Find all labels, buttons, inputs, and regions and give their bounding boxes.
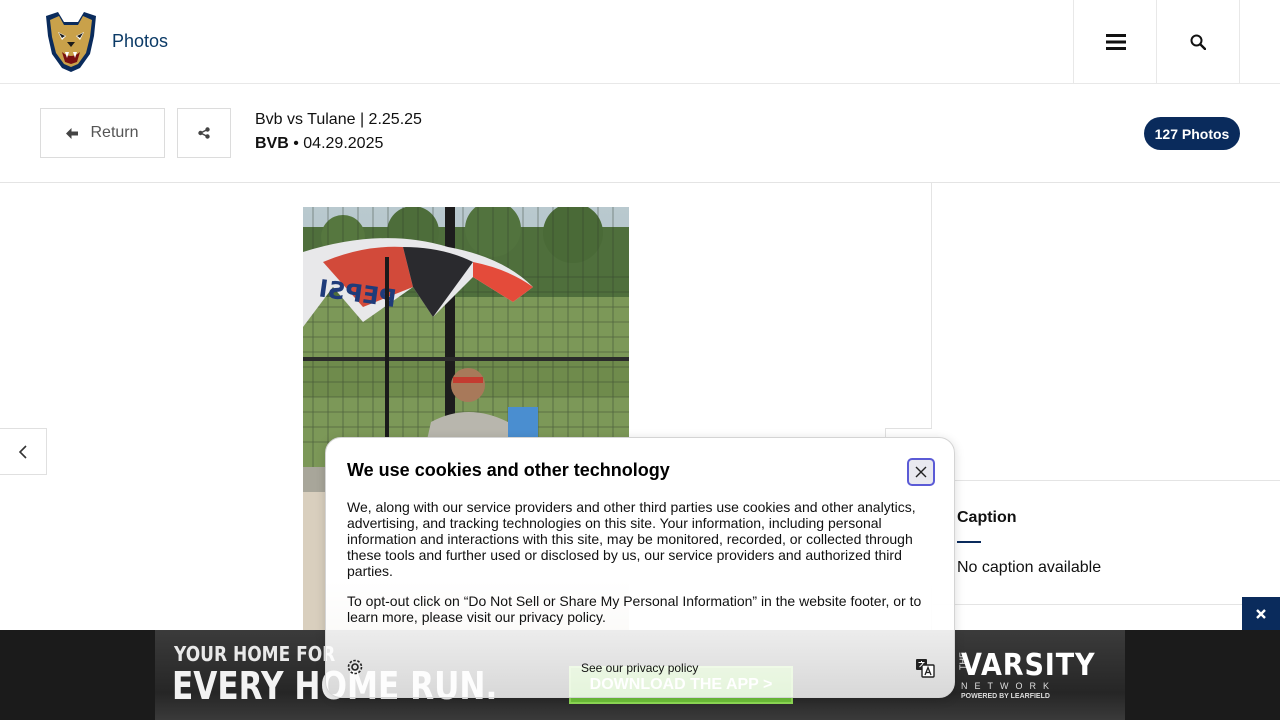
- cookie-close-button[interactable]: [907, 458, 935, 486]
- cookie-description: We, along with our service providers and…: [347, 499, 916, 579]
- share-button[interactable]: [177, 108, 231, 158]
- close-icon: [1256, 608, 1266, 619]
- close-ad-button[interactable]: [1242, 597, 1280, 630]
- cookie-settings-icon[interactable]: [346, 658, 364, 676]
- caption-label: Caption: [957, 509, 1017, 526]
- brand-name: VARSITY: [961, 648, 1096, 683]
- search-icon: [1190, 34, 1206, 50]
- meta-separator: •: [288, 135, 304, 152]
- close-icon: [915, 466, 927, 478]
- share-icon: [198, 127, 210, 139]
- previous-photo-button[interactable]: [0, 428, 47, 475]
- site-title[interactable]: Photos: [112, 31, 168, 52]
- ad-headline-top: YOUR HOME FOR: [174, 642, 336, 666]
- gallery-meta: BVB • 04.29.2025: [255, 135, 383, 153]
- caption-text: No caption available: [957, 559, 1102, 576]
- brand-powered-by: POWERED BY LEARFIELD: [961, 693, 1050, 700]
- return-label: Return: [90, 124, 139, 141]
- hamburger-menu-icon: [1105, 34, 1126, 50]
- photo-count-badge[interactable]: 127 Photos: [1144, 117, 1240, 150]
- privacy-policy-link[interactable]: See our privacy policy: [581, 661, 698, 675]
- search-button[interactable]: [1156, 0, 1240, 84]
- gallery-title: Bvb vs Tulane | 2.25.25: [255, 111, 422, 128]
- panther-logo-icon[interactable]: [40, 10, 102, 74]
- menu-button[interactable]: [1073, 0, 1157, 84]
- translate-icon[interactable]: [915, 658, 935, 678]
- cookie-consent-dialog: We use cookies and other technology We, …: [325, 437, 955, 698]
- divider: [933, 604, 1280, 605]
- varsity-network-logo: THE VARSITY NETWORK POWERED BY LEARFIELD: [958, 648, 1110, 700]
- gallery-bar: Return Bvb vs Tulane | 2.25.25 BVB • 04.…: [0, 84, 1280, 183]
- arrow-left-icon: [66, 127, 79, 139]
- site-header: Photos: [0, 0, 1280, 84]
- caption-underline: [957, 541, 981, 543]
- gallery-date: 04.29.2025: [303, 135, 384, 152]
- cookie-title: We use cookies and other technology: [347, 460, 670, 480]
- divider: [933, 480, 1280, 481]
- return-button[interactable]: Return: [40, 108, 165, 158]
- cookie-opt-out-text: To opt-out click on “Do Not Sell or Shar…: [347, 593, 922, 625]
- chevron-left-icon: [19, 444, 27, 459]
- gallery-sport[interactable]: BVB: [255, 135, 289, 152]
